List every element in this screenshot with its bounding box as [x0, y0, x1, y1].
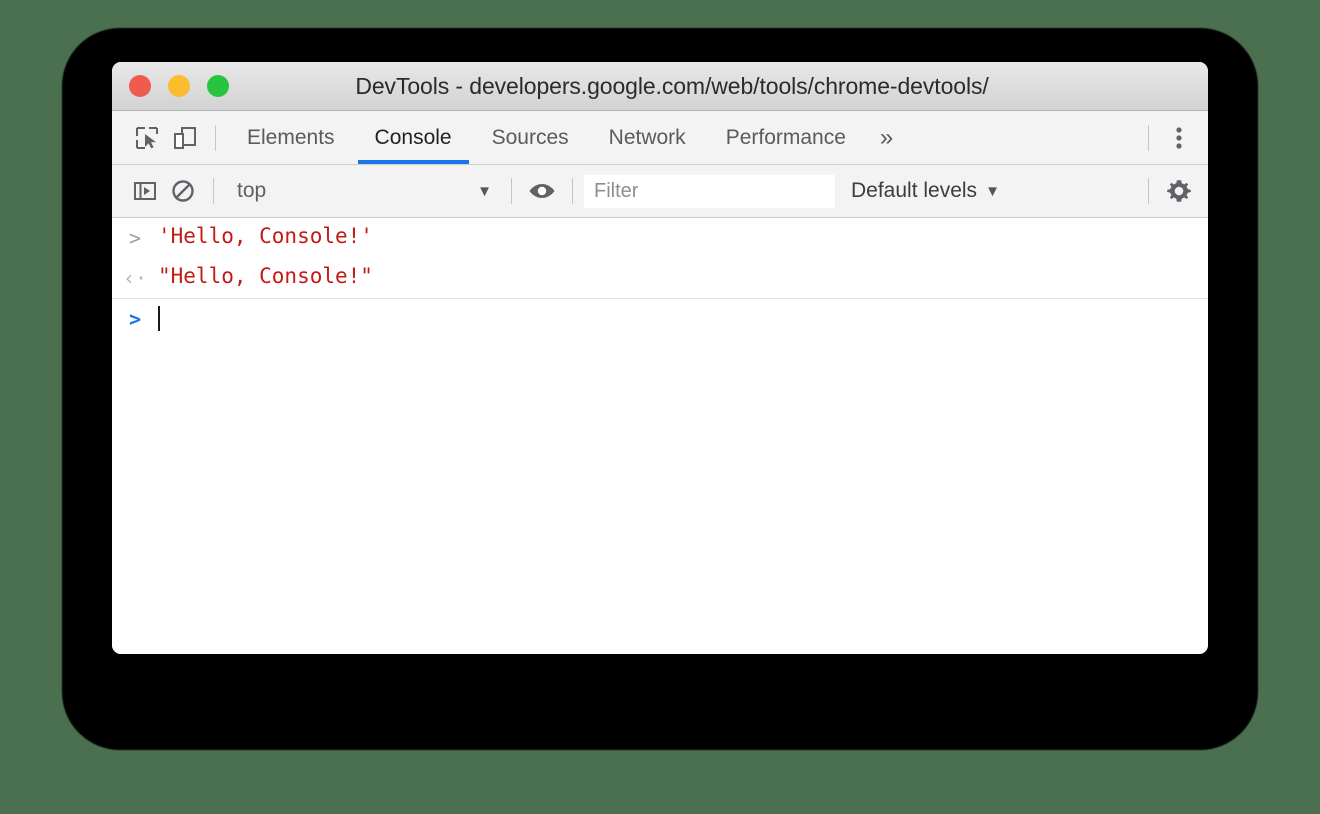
javascript-context-select[interactable]: top ▼: [225, 174, 500, 208]
devtools-tab-bar: Elements Console Sources Network Perform…: [112, 111, 1208, 165]
console-result-gutter: ‹·: [112, 260, 158, 293]
title-bar: DevTools - developers.google.com/web/too…: [112, 62, 1208, 111]
console-toolbar-divider-2: [511, 178, 512, 204]
filter-input[interactable]: [584, 174, 835, 208]
console-output[interactable]: > 'Hello, Console!' ‹· "Hello, Console!"…: [112, 218, 1208, 654]
chevron-down-icon: ▼: [477, 182, 492, 200]
tab-bar-divider: [215, 124, 216, 151]
log-levels-select[interactable]: Default levels ▼: [851, 179, 1008, 203]
log-levels-label: Default levels: [851, 179, 978, 202]
javascript-context-value: top: [237, 179, 267, 202]
console-sidebar-toggle-icon[interactable]: [126, 172, 164, 210]
tab-bar-right-divider: [1148, 124, 1149, 151]
tab-performance[interactable]: Performance: [706, 111, 866, 164]
console-toolbar-divider-1: [213, 178, 214, 204]
minimize-window-button[interactable]: [168, 75, 190, 97]
console-result-row: ‹· "Hello, Console!": [112, 258, 1208, 299]
tab-elements[interactable]: Elements: [227, 111, 355, 164]
inspect-element-icon[interactable]: [128, 119, 166, 157]
console-input-text: 'Hello, Console!': [158, 224, 373, 248]
gear-icon[interactable]: [1160, 172, 1198, 210]
console-result-arrow-icon: ‹·: [122, 266, 148, 290]
console-toolbar: top ▼ Default levels ▼: [112, 165, 1208, 218]
console-prompt-arrow-icon: >: [128, 307, 142, 331]
console-input-arrow-icon: >: [128, 226, 142, 250]
console-input-row: > 'Hello, Console!': [112, 218, 1208, 258]
console-toolbar-divider-3: [572, 178, 573, 204]
more-tabs-icon[interactable]: »: [866, 111, 907, 164]
maximize-window-button[interactable]: [207, 75, 229, 97]
window-title: DevTools - developers.google.com/web/too…: [355, 72, 989, 99]
text-cursor: [158, 306, 160, 331]
console-result-text: "Hello, Console!": [158, 264, 373, 288]
devtools-window: DevTools - developers.google.com/web/too…: [112, 62, 1208, 654]
tab-sources[interactable]: Sources: [472, 111, 589, 164]
eye-icon[interactable]: [523, 172, 561, 210]
tab-bar-right-group: [1137, 119, 1208, 157]
console-input-gutter: >: [112, 220, 158, 253]
window-controls: [129, 75, 229, 97]
console-prompt-gutter: >: [112, 301, 158, 334]
console-prompt-input[interactable]: [158, 301, 160, 340]
tab-network[interactable]: Network: [589, 111, 706, 164]
close-window-button[interactable]: [129, 75, 151, 97]
console-toolbar-right-group: [1137, 172, 1208, 210]
more-vertical-icon[interactable]: [1160, 119, 1198, 157]
device-toolbar-icon[interactable]: [166, 119, 204, 157]
clear-console-icon[interactable]: [164, 172, 202, 210]
chevron-down-icon: ▼: [985, 182, 1000, 200]
console-prompt-row[interactable]: >: [112, 299, 1208, 342]
tab-console[interactable]: Console: [355, 111, 472, 164]
console-toolbar-divider-4: [1148, 178, 1149, 204]
